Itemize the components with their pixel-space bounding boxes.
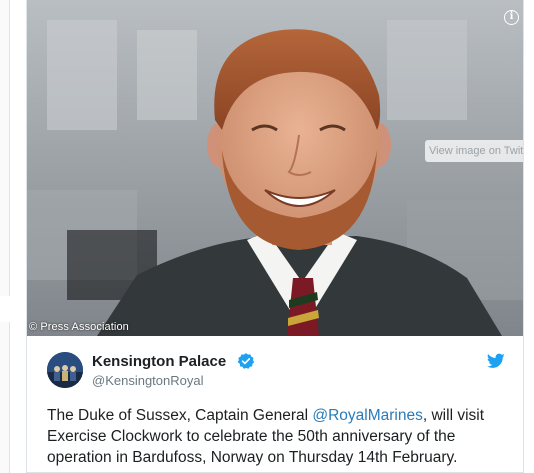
tweet-text: The Duke of Sussex, Captain General @Roy… (47, 405, 517, 468)
twitter-bird-icon[interactable] (487, 353, 505, 369)
mention-link[interactable]: @RoyalMarines (312, 407, 423, 424)
page-edge-fragment (0, 0, 10, 296)
view-image-on-twitter-link[interactable]: View image on Twitter (425, 140, 523, 162)
avatar[interactable] (47, 352, 83, 388)
tweet-card[interactable]: Kensington Palace @KensingtonRoyal The D… (27, 336, 523, 472)
page-edge-fragment (0, 322, 10, 473)
photo-credit: © Press Association (29, 321, 129, 333)
verified-badge-icon (237, 353, 255, 369)
tweet-photo[interactable]: © Press Association i View image on Twit… (27, 0, 523, 336)
photo-illustration (27, 0, 523, 336)
info-icon[interactable]: i (504, 10, 519, 25)
handle[interactable]: @KensingtonRoyal (92, 373, 203, 388)
tweet-text-before: The Duke of Sussex, Captain General (47, 407, 313, 424)
display-name[interactable]: Kensington Palace (92, 353, 226, 370)
tweet-embed: © Press Association i View image on Twit… (26, 0, 524, 473)
page: © Press Association i View image on Twit… (0, 0, 534, 473)
